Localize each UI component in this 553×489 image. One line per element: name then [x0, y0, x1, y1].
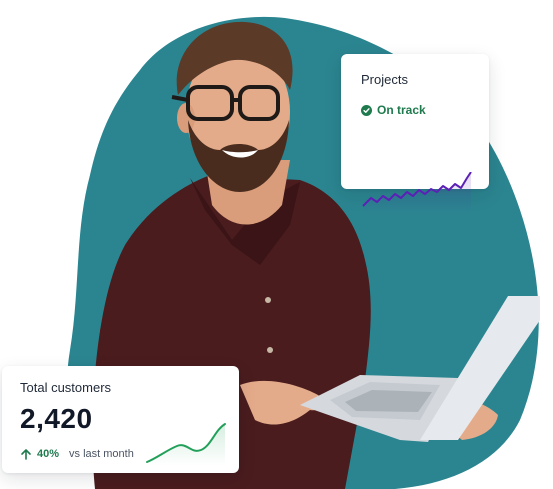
- check-circle-icon: [361, 104, 372, 116]
- customers-card-title: Total customers: [20, 380, 112, 395]
- project-status: On track: [361, 103, 469, 117]
- project-status-label: On track: [377, 103, 426, 117]
- customers-change: 40% vs last month: [20, 448, 134, 460]
- customers-sparkline: [146, 423, 226, 466]
- change-period: vs last month: [69, 448, 134, 460]
- total-customers-card: Total customers 2,420 40% vs last month: [2, 366, 239, 473]
- projects-sparkline: [362, 172, 472, 216]
- projects-card-title: Projects: [361, 72, 408, 87]
- projects-card: Projects On track: [341, 54, 489, 216]
- arrow-up-icon: [21, 449, 31, 460]
- change-percent: 40%: [37, 448, 60, 460]
